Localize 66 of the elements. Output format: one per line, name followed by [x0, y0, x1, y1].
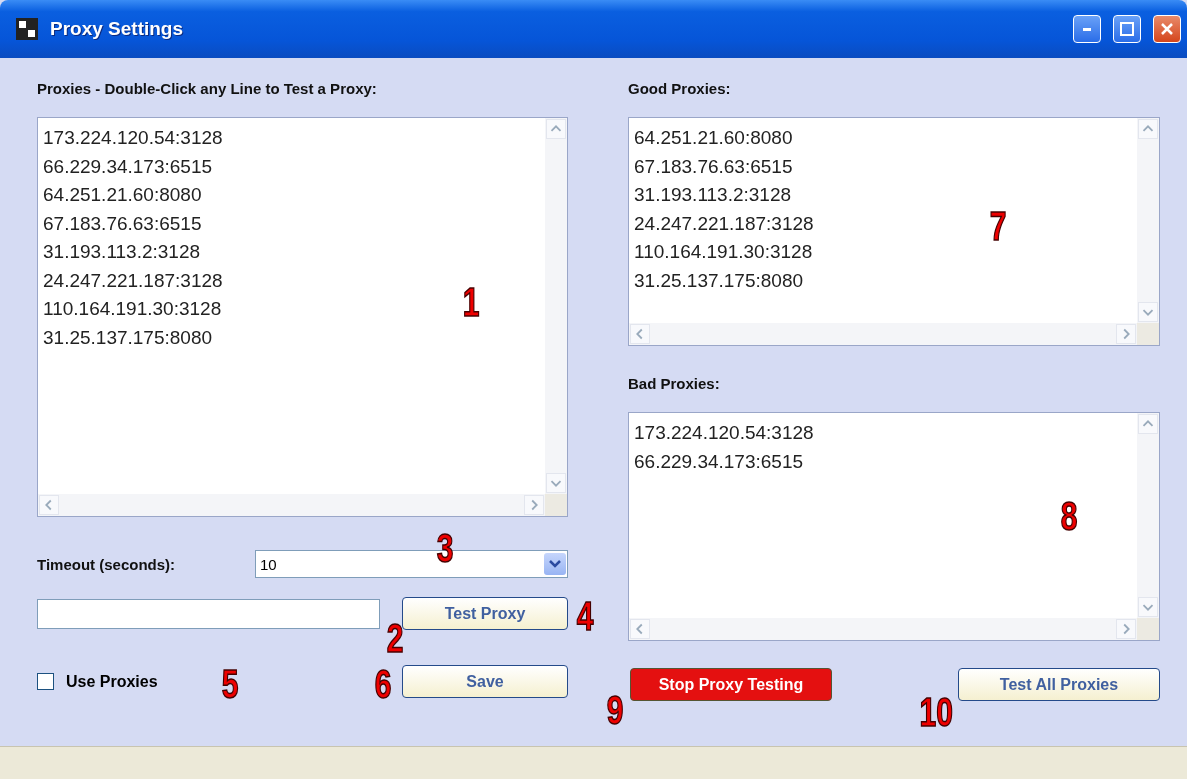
list-item[interactable]: 173.224.120.54:3128	[634, 419, 814, 448]
scrollbar-corner	[1137, 618, 1159, 640]
vertical-scrollbar[interactable]	[1137, 413, 1159, 618]
chevron-down-icon	[549, 559, 561, 569]
list-item[interactable]: 31.25.137.175:8080	[43, 323, 213, 352]
annotation-number: 4	[576, 596, 594, 636]
scroll-left-icon[interactable]	[630, 324, 650, 344]
minimize-button[interactable]	[1073, 15, 1101, 43]
app-icon	[16, 18, 38, 40]
list-label: Proxies - Double-Click any Line to Test a Proxy:	[37, 80, 378, 97]
scroll-left-icon[interactable]	[39, 495, 59, 515]
scroll-up-icon[interactable]	[1138, 414, 1158, 434]
vertical-scrollbar[interactable]	[545, 118, 567, 494]
list-item[interactable]: 31.193.113.2:3128	[43, 238, 201, 267]
test-proxy-button[interactable]: Test Proxy	[402, 597, 568, 630]
scroll-left-icon[interactable]	[630, 619, 650, 639]
annotation-number: 1	[462, 282, 480, 322]
scroll-right-icon[interactable]	[1116, 619, 1136, 639]
scroll-down-icon[interactable]	[1138, 302, 1158, 322]
list-item[interactable]: 64.251.21.60:8080	[634, 124, 793, 153]
annotation-number: 2	[386, 618, 404, 658]
scroll-down-icon[interactable]	[546, 473, 566, 493]
list-label: Good Proxies:	[628, 80, 732, 97]
list-item[interactable]: 66.229.34.173:6515	[634, 447, 804, 476]
checkbox[interactable]	[37, 673, 54, 690]
list-item[interactable]: 31.25.137.175:8080	[634, 266, 804, 295]
scrollbar-corner	[1137, 323, 1159, 345]
annotation-number: 7	[989, 206, 1007, 246]
horizontal-scrollbar[interactable]	[629, 618, 1137, 640]
scroll-right-icon[interactable]	[1116, 324, 1136, 344]
maximize-button[interactable]	[1113, 15, 1141, 43]
minimize-icon	[1083, 27, 1091, 31]
annotation-number: 9	[606, 690, 624, 730]
annotation-number: 5	[221, 664, 239, 704]
close-button[interactable]	[1153, 15, 1181, 43]
horizontal-scrollbar[interactable]	[38, 494, 545, 516]
list-item[interactable]: 173.224.120.54:3128	[43, 124, 223, 153]
input-field[interactable]	[37, 598, 380, 629]
save-button[interactable]: Save	[402, 665, 568, 698]
scroll-up-icon[interactable]	[1138, 119, 1158, 139]
maximize-icon	[1120, 22, 1134, 36]
scrollbar-corner	[545, 494, 567, 516]
scroll-up-icon[interactable]	[546, 119, 566, 139]
list-label: Bad Proxies:	[628, 375, 720, 392]
list-item[interactable]: 31.193.113.2:3128	[634, 181, 792, 210]
checkbox-label: Use Proxies	[66, 672, 158, 691]
list-item[interactable]: 110.164.191.30:3128	[43, 295, 222, 324]
timeout-label: Timeout (seconds):	[37, 555, 176, 573]
list-item[interactable]: 24.247.221.187:3128	[43, 266, 223, 295]
horizontal-scrollbar[interactable]	[629, 323, 1137, 345]
list-item[interactable]: 110.164.191.30:3128	[634, 238, 813, 267]
list-item[interactable]: 67.183.76.63:6515	[43, 209, 202, 238]
window-title: Proxy Settings	[50, 18, 185, 40]
list-item[interactable]: 67.183.76.63:6515	[634, 152, 793, 181]
scroll-right-icon[interactable]	[524, 495, 544, 515]
list-item[interactable]: 24.247.221.187:3128	[634, 209, 814, 238]
annotation-number: 8	[1060, 496, 1078, 536]
list-item[interactable]: 64.251.21.60:8080	[43, 181, 202, 210]
annotation-number: 6	[374, 664, 392, 704]
annotation-number: 10	[919, 692, 953, 732]
scroll-down-icon[interactable]	[1138, 597, 1158, 617]
vertical-scrollbar[interactable]	[1137, 118, 1159, 323]
close-icon	[1160, 22, 1174, 36]
stop-button[interactable]: Stop Proxy Testing	[630, 668, 832, 701]
list-item[interactable]: 66.229.34.173:6515	[43, 152, 213, 181]
test-all-button[interactable]: Test All Proxies	[958, 668, 1160, 701]
